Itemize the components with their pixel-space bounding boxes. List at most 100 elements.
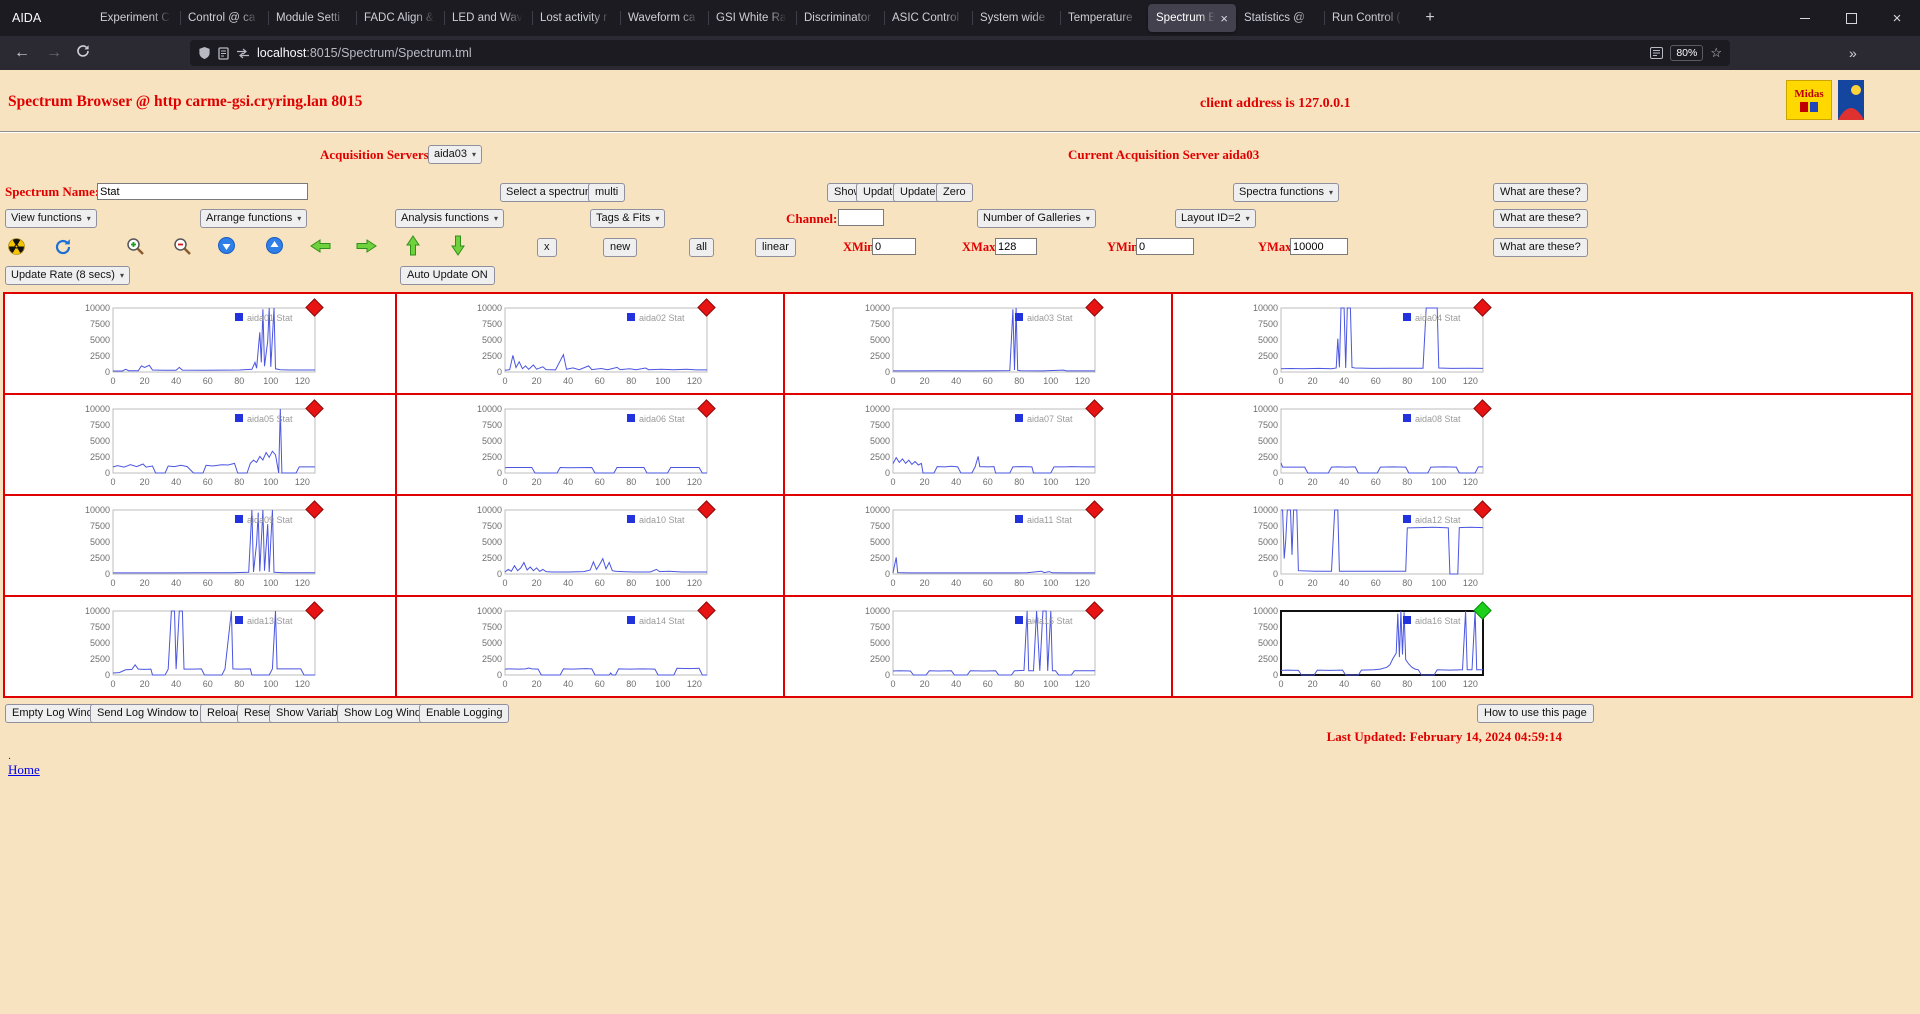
gallery-cell[interactable]: 025005000750010000020406080100120aida05 … [5,395,397,496]
new-tab-button[interactable]: + [1418,6,1442,30]
number-of-galleries-select[interactable]: Number of Galleries▾ [977,209,1096,228]
auto-update-button[interactable]: Auto Update ON [400,266,495,285]
gallery-cell[interactable]: 025005000750010000020406080100120aida14 … [397,597,785,698]
browser-tab[interactable]: System wide [972,4,1060,32]
gallery-cell[interactable]: 025005000750010000020406080100120aida12 … [1173,496,1913,597]
shield-icon[interactable] [198,46,211,60]
scroll-up-circle-icon[interactable] [266,237,283,254]
zero-button[interactable]: Zero [936,183,973,202]
browser-tab[interactable]: GSI White Ra [708,4,796,32]
svg-text:80: 80 [626,679,636,689]
svg-text:7500: 7500 [1258,622,1278,632]
ymin-input[interactable] [1136,238,1194,255]
update-rate-select[interactable]: Update Rate (8 secs)▾ [5,266,130,285]
bookmark-star-icon[interactable]: ☆ [1710,45,1722,61]
left-arrow-icon[interactable] [310,239,331,253]
browser-tab[interactable]: LED and Wav [444,4,532,32]
svg-text:0: 0 [502,376,507,386]
browser-tab[interactable]: Temperature [1060,4,1148,32]
scroll-down-circle-icon[interactable] [218,237,235,254]
gallery-cell[interactable]: 025005000750010000020406080100120aida11 … [785,496,1173,597]
site-info-icon[interactable] [218,47,229,60]
home-link[interactable]: Home [8,762,40,778]
svg-text:40: 40 [951,578,961,588]
close-button[interactable]: × [1874,0,1920,36]
what-are-these-button-1[interactable]: What are these? [1493,183,1588,202]
ymax-input[interactable] [1290,238,1348,255]
reader-mode-icon[interactable] [1650,47,1663,59]
zoom-out-icon[interactable] [173,237,192,256]
tab-close-icon[interactable]: × [1220,11,1228,26]
svg-text:20: 20 [920,679,930,689]
zoom-level-button[interactable]: 80% [1670,45,1703,61]
analysis-functions-select[interactable]: Analysis functions▾ [395,209,504,228]
up-arrow-icon[interactable] [406,235,420,256]
refresh-icon[interactable] [54,238,72,256]
url-text[interactable]: localhost:8015/Spectrum/Spectrum.tml [257,46,472,60]
browser-tab[interactable]: Statistics @ [1236,4,1324,32]
browser-tab[interactable]: Module Setti [268,4,356,32]
browser-tab[interactable]: Lost activity r [532,4,620,32]
svg-text:2500: 2500 [90,553,110,563]
what-are-these-button-2[interactable]: What are these? [1493,209,1588,228]
browser-tab[interactable]: FADC Align & [356,4,444,32]
gallery-cell[interactable]: 025005000750010000020406080100120aida09 … [5,496,397,597]
minimize-button[interactable] [1782,0,1828,36]
browser-tab[interactable]: Spectrum B× [1148,4,1236,32]
browser-tab[interactable]: Run Control ( [1324,4,1412,32]
browser-tab[interactable]: Experiment C [92,4,180,32]
url-bar[interactable]: localhost:8015/Spectrum/Spectrum.tml 80%… [190,40,1730,66]
forward-button[interactable]: → [46,45,62,61]
gallery-cell[interactable]: 025005000750010000020406080100120aida08 … [1173,395,1913,496]
view-functions-select[interactable]: View functions▾ [5,209,97,228]
maximize-button[interactable] [1828,0,1874,36]
svg-text:20: 20 [532,376,542,386]
spectrum-name-input[interactable] [97,183,308,200]
what-are-these-button-3[interactable]: What are these? [1493,238,1588,257]
arrange-functions-select[interactable]: Arrange functions▾ [200,209,307,228]
gallery-cell[interactable]: 025005000750010000020406080100120aida16 … [1173,597,1913,698]
gallery-cell[interactable]: 025005000750010000020406080100120aida10 … [397,496,785,597]
gallery-cell[interactable]: 025005000750010000020406080100120aida03 … [785,294,1173,395]
browser-tab[interactable]: ASIC Control [884,4,972,32]
how-to-use-button[interactable]: How to use this page [1477,704,1594,723]
gallery-cell[interactable]: 025005000750010000020406080100120aida15 … [785,597,1173,698]
xmax-input[interactable] [995,238,1037,255]
channel-input[interactable] [838,209,884,226]
svg-text:aida12 Stat: aida12 Stat [1415,515,1461,525]
xmin-input[interactable] [872,238,916,255]
svg-text:60: 60 [1371,578,1381,588]
multi-button[interactable]: multi [588,183,625,202]
enable-logging-button[interactable]: Enable Logging [419,704,509,723]
browser-tab[interactable]: Waveform ca [620,4,708,32]
svg-text:2500: 2500 [90,351,110,361]
right-arrow-icon[interactable] [356,239,377,253]
browser-tab[interactable]: Control @ ca [180,4,268,32]
all-button[interactable]: all [689,238,714,257]
linear-button[interactable]: linear [755,238,796,257]
spectra-functions-select[interactable]: Spectra functions▾ [1233,183,1339,202]
acquisition-server-select[interactable]: aida03▾ [428,145,482,164]
tags-fits-select[interactable]: Tags & Fits▾ [590,209,665,228]
zoom-in-icon[interactable] [126,237,145,256]
radiation-icon[interactable] [8,238,25,255]
svg-text:60: 60 [983,679,993,689]
toolbar-overflow-button[interactable]: » [1849,46,1857,60]
gallery-cell[interactable]: 025005000750010000020406080100120aida06 … [397,395,785,496]
permissions-icon[interactable] [236,48,250,59]
gallery-cell[interactable]: 025005000750010000020406080100120aida02 … [397,294,785,395]
svg-text:60: 60 [1371,679,1381,689]
back-button[interactable]: ← [14,45,30,61]
x-button[interactable]: x [537,238,557,257]
layout-id-select[interactable]: Layout ID=2▾ [1175,209,1256,228]
midas-logo: Midas [1786,80,1832,120]
down-arrow-icon[interactable] [451,235,465,256]
gallery-cell[interactable]: 025005000750010000020406080100120aida04 … [1173,294,1913,395]
new-button[interactable]: new [603,238,637,257]
browser-tab[interactable]: Discriminator [796,4,884,32]
reload-button[interactable] [76,44,90,62]
gallery-cell[interactable]: 025005000750010000020406080100120aida07 … [785,395,1173,496]
gallery-cell[interactable]: 025005000750010000020406080100120aida13 … [5,597,397,698]
svg-text:20: 20 [920,477,930,487]
gallery-cell[interactable]: 025005000750010000020406080100120aida01 … [5,294,397,395]
